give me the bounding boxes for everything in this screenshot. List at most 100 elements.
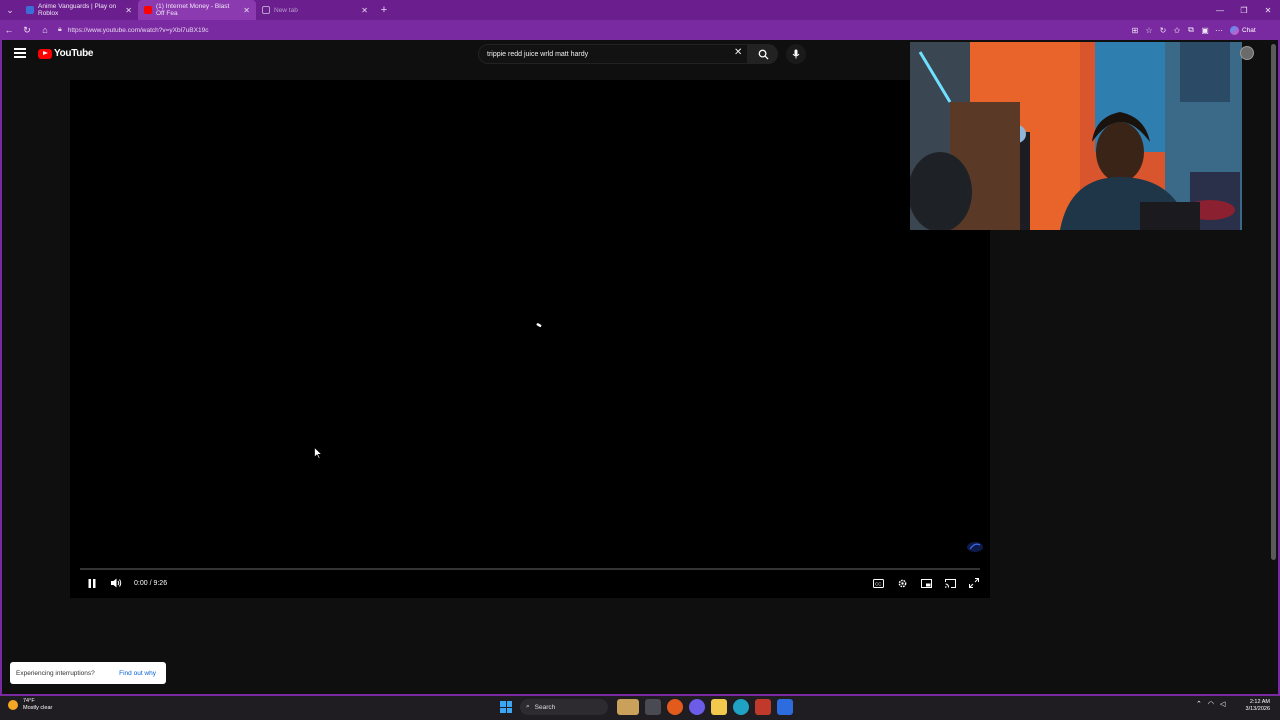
wifi-icon[interactable]: ◠ bbox=[1208, 700, 1214, 708]
moon-weather-icon bbox=[8, 700, 18, 710]
search-query-text: trippie redd juice wrld matt hardy bbox=[487, 50, 589, 58]
youtube-play-icon bbox=[38, 48, 52, 59]
pause-button[interactable] bbox=[80, 576, 104, 590]
speaker-icon[interactable]: ◁ bbox=[1220, 700, 1225, 708]
loading-spinner-icon bbox=[536, 323, 542, 328]
copilot-icon bbox=[1230, 25, 1239, 35]
tab-new-tab[interactable]: New tab ✕ bbox=[256, 0, 374, 20]
volume-button[interactable] bbox=[104, 576, 128, 590]
newtab-icon bbox=[262, 6, 270, 14]
minimize-icon[interactable]: — bbox=[1208, 6, 1232, 15]
account-avatar[interactable] bbox=[1240, 46, 1254, 60]
tab-roblox[interactable]: Anime Vanguards | Play on Roblox ✕ bbox=[20, 0, 138, 20]
pause-icon bbox=[88, 578, 96, 588]
weather-temp: 74°F bbox=[23, 698, 35, 704]
video-progress-bar[interactable] bbox=[80, 568, 980, 570]
browser-address-bar: ← ↻ ⌂ 🔒︎ https://www.youtube.com/watch?v… bbox=[0, 20, 1280, 40]
window-border-left bbox=[0, 40, 2, 696]
weather-widget[interactable]: 74°F Mostly clear bbox=[8, 698, 52, 712]
volume-icon bbox=[110, 578, 121, 588]
weather-desc: Mostly clear bbox=[23, 705, 53, 711]
player-controls-left: 0:00 / 9:26 bbox=[80, 576, 167, 590]
refresh-extension-icon[interactable]: ↻ bbox=[1156, 26, 1170, 35]
close-window-icon[interactable]: ✕ bbox=[1256, 6, 1280, 15]
cast-icon bbox=[944, 578, 956, 588]
file-explorer-icon[interactable] bbox=[711, 699, 727, 715]
window-controls: — ❐ ✕ bbox=[1208, 6, 1280, 15]
copilot-chat-button[interactable]: Chat bbox=[1230, 25, 1256, 35]
channel-watermark-icon[interactable] bbox=[966, 541, 984, 553]
tab-title: (1) Internet Money - Blast Off Fea bbox=[156, 3, 230, 17]
system-tray: ⌃ ◠ ◁ bbox=[1196, 700, 1231, 708]
youtube-wordmark: YouTube bbox=[54, 48, 94, 59]
find-out-why-link[interactable]: Find out why bbox=[119, 670, 156, 677]
back-icon[interactable]: ← bbox=[0, 25, 18, 35]
home-icon[interactable]: ⌂ bbox=[36, 25, 54, 35]
apps-icon[interactable]: ⊞ bbox=[1128, 26, 1142, 35]
gear-icon bbox=[898, 579, 906, 587]
close-tab-icon[interactable]: ✕ bbox=[121, 6, 132, 15]
url-field[interactable]: 🔒︎ https://www.youtube.com/watch?v=yXbl7… bbox=[58, 23, 1128, 37]
refresh-icon[interactable]: ↻ bbox=[18, 25, 36, 36]
svg-text:CC: CC bbox=[875, 581, 882, 586]
close-tab-icon[interactable]: ✕ bbox=[239, 6, 250, 15]
firefox-icon[interactable] bbox=[667, 699, 683, 715]
time-display: 0:00 / 9:26 bbox=[134, 579, 168, 587]
taskbar-apps: ⌕ Search bbox=[500, 699, 796, 715]
search-input[interactable]: trippie redd juice wrld matt hardy bbox=[478, 44, 748, 64]
clock-time: 2:12 AM bbox=[1249, 699, 1270, 705]
mouse-cursor-icon bbox=[314, 447, 322, 459]
search-button[interactable] bbox=[748, 44, 778, 64]
favorites-icon[interactable]: ✩ bbox=[1170, 26, 1184, 35]
clear-search-icon[interactable]: ✕ bbox=[734, 47, 742, 58]
tab-actions-menu-icon[interactable]: ⌄ bbox=[0, 0, 20, 20]
roblox-app-icon[interactable] bbox=[777, 699, 793, 715]
tab-youtube[interactable]: (1) Internet Money - Blast Off Fea ✕ bbox=[138, 0, 256, 20]
copilot-app-icon[interactable] bbox=[689, 699, 705, 715]
settings-button[interactable] bbox=[890, 576, 914, 590]
windows-start-icon[interactable] bbox=[500, 701, 512, 713]
address-bar-icons: ⊞ ☆ ↻ ✩ ⧉ ▣ ⋯ bbox=[1128, 25, 1226, 35]
collections-icon[interactable]: ⧉ bbox=[1184, 25, 1198, 35]
screen: ⌄ Anime Vanguards | Play on Roblox ✕ (1)… bbox=[0, 0, 1280, 720]
chat-label: Chat bbox=[1242, 26, 1256, 34]
subtitles-icon: CC bbox=[872, 578, 884, 588]
tray-overflow-icon[interactable]: ⌃ bbox=[1196, 700, 1202, 708]
player-controls-right: CC bbox=[866, 576, 986, 590]
roblox-icon bbox=[26, 6, 34, 14]
toast-message: Experiencing interruptions? bbox=[16, 669, 95, 677]
windows-taskbar: 74°F Mostly clear ⌕ Search ⌃ ◠ ◁ 2:12 AM… bbox=[0, 696, 1280, 720]
search-icon bbox=[758, 49, 769, 60]
taskbar-search-label: Search bbox=[534, 703, 556, 711]
url-text: https://www.youtube.com/watch?v=yXbl7uBX… bbox=[67, 26, 209, 34]
miniplayer-button[interactable] bbox=[914, 576, 938, 590]
voice-search-button[interactable] bbox=[786, 44, 806, 64]
close-tab-icon[interactable]: ✕ bbox=[357, 6, 368, 15]
clock-date: 3/13/2026 bbox=[1245, 706, 1270, 712]
cast-button[interactable] bbox=[938, 576, 962, 590]
fullscreen-icon bbox=[969, 578, 979, 588]
webcam-overlay bbox=[910, 42, 1242, 230]
youtube-logo[interactable]: YouTube bbox=[38, 48, 94, 59]
taskbar-clock[interactable]: 2:12 AM 3/13/2026 bbox=[1240, 699, 1270, 713]
fullscreen-button[interactable] bbox=[962, 576, 986, 590]
extension-icon[interactable]: ▣ bbox=[1198, 26, 1212, 35]
more-icon[interactable]: ⋯ bbox=[1212, 26, 1226, 35]
page-scrollbar[interactable] bbox=[1271, 44, 1276, 560]
favorite-star-icon[interactable]: ☆ bbox=[1142, 26, 1156, 35]
task-view-icon[interactable] bbox=[645, 699, 661, 715]
tab-title: New tab bbox=[274, 6, 298, 14]
taskbar-search[interactable]: ⌕ Search bbox=[520, 699, 608, 715]
edge-icon[interactable] bbox=[733, 699, 749, 715]
lock-icon: 🔒︎ bbox=[58, 26, 62, 33]
restore-icon[interactable]: ❐ bbox=[1232, 6, 1256, 15]
miniplayer-icon bbox=[920, 578, 932, 588]
widgets-icon[interactable] bbox=[617, 699, 639, 715]
youtube-icon bbox=[144, 6, 152, 14]
new-tab-button[interactable]: + bbox=[374, 4, 394, 16]
video-player[interactable] bbox=[70, 80, 990, 598]
interruption-toast: Experiencing interruptions? Find out why bbox=[10, 662, 166, 684]
app-icon[interactable] bbox=[755, 699, 771, 715]
menu-icon[interactable] bbox=[14, 48, 26, 60]
subtitles-button[interactable]: CC bbox=[866, 576, 890, 590]
